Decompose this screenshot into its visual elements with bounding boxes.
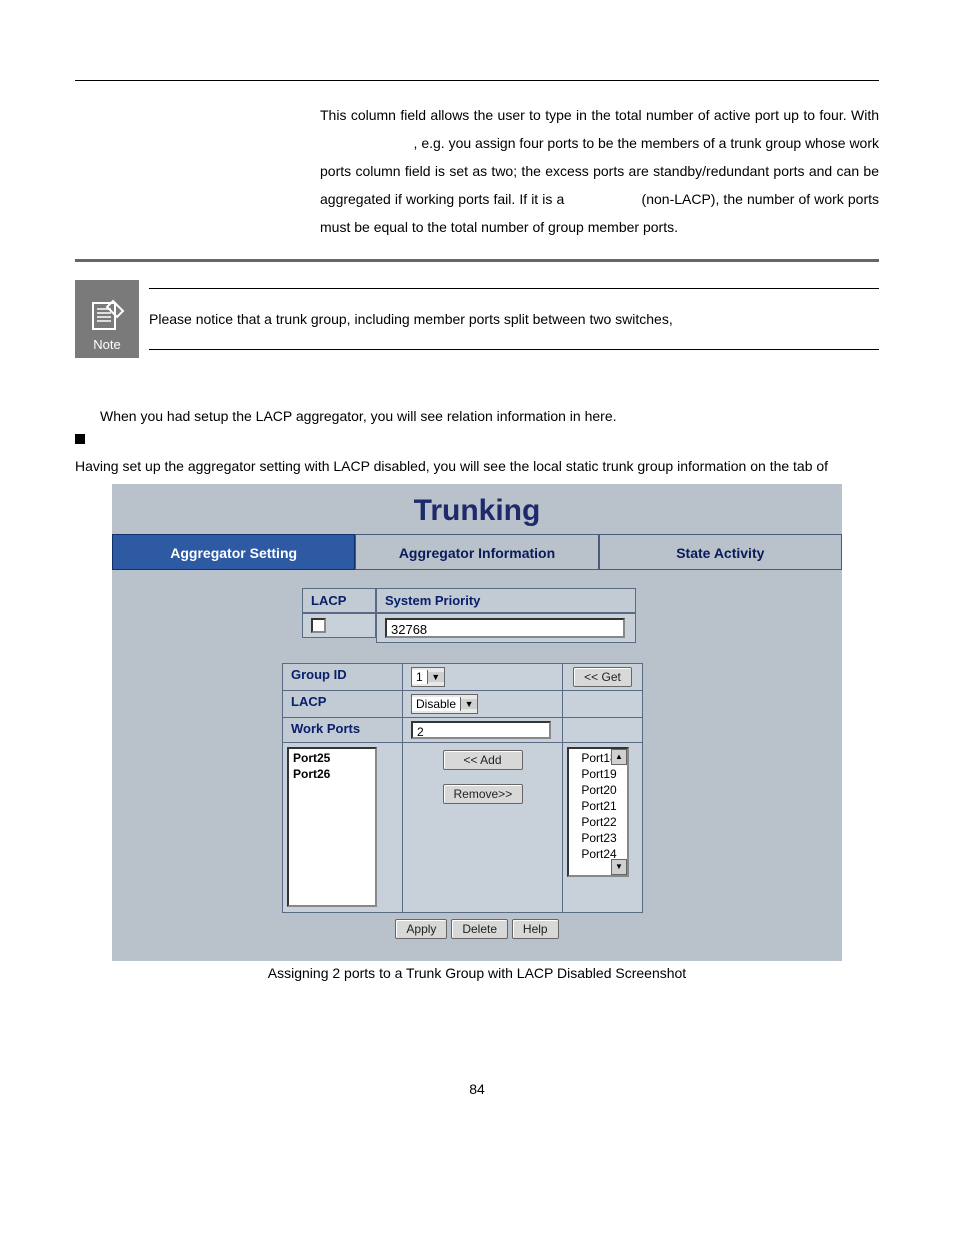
- note-block: Note Please notice that a trunk group, i…: [75, 280, 879, 358]
- help-button[interactable]: Help: [512, 919, 559, 939]
- tab-state-activity[interactable]: State Activity: [599, 534, 842, 570]
- list-item[interactable]: Port23: [571, 830, 627, 846]
- apply-button[interactable]: Apply: [395, 919, 447, 939]
- lacp-row-label: LACP: [283, 691, 403, 718]
- static-trunk-paragraph: Having set up the aggregator setting wit…: [75, 452, 879, 480]
- tab-aggregator-information[interactable]: Aggregator Information: [355, 534, 598, 570]
- system-priority-input[interactable]: 32768: [385, 618, 625, 638]
- scroll-up-icon[interactable]: ▲: [611, 749, 627, 765]
- action-buttons: Apply Delete Help: [122, 913, 832, 949]
- selected-ports-list[interactable]: Port25 Port26: [287, 747, 377, 907]
- remove-button[interactable]: Remove>>: [443, 784, 523, 804]
- note-icon: Note: [75, 280, 139, 358]
- group-id-label: Group ID: [283, 664, 403, 691]
- figure-caption: Assigning 2 ports to a Trunk Group with …: [75, 965, 879, 981]
- static-bullet: [75, 434, 879, 444]
- tab-aggregator-setting[interactable]: Aggregator Setting: [112, 534, 355, 570]
- trunk-config-table: Group ID 1 ▼ << Get LACP: [282, 663, 643, 913]
- lacp-select[interactable]: Disable ▼: [411, 694, 478, 714]
- lacp-header: LACP: [302, 588, 376, 613]
- system-priority-header: System Priority: [376, 588, 636, 613]
- note-text: Please notice that a trunk group, includ…: [149, 288, 879, 350]
- lacp-priority-row: LACP System Priority 32768: [302, 588, 832, 643]
- available-ports-list[interactable]: ▲ Port18 Port19 Port20 Port21 Port22 Por…: [567, 747, 629, 877]
- work-ports-input[interactable]: 2: [411, 721, 551, 739]
- list-item[interactable]: Port26: [291, 766, 375, 782]
- trunking-screenshot: Trunking Aggregator Setting Aggregator I…: [112, 484, 842, 961]
- add-button[interactable]: << Add: [443, 750, 523, 770]
- top-rule: [75, 80, 879, 81]
- tab-bar: Aggregator Setting Aggregator Informatio…: [112, 534, 842, 570]
- list-item[interactable]: Port22: [571, 814, 627, 830]
- panel-title: Trunking: [112, 484, 842, 534]
- list-item[interactable]: Port21: [571, 798, 627, 814]
- work-ports-description: This column field allows the user to typ…: [320, 101, 879, 241]
- group-id-select[interactable]: 1 ▼: [411, 667, 445, 687]
- get-button[interactable]: << Get: [573, 667, 632, 687]
- page-number: 84: [75, 1081, 879, 1097]
- scroll-down-icon[interactable]: ▼: [611, 859, 627, 875]
- square-bullet-icon: [75, 434, 85, 444]
- work-ports-label: Work Ports: [283, 718, 403, 743]
- delete-button[interactable]: Delete: [451, 919, 508, 939]
- lacp-checkbox[interactable]: [311, 618, 326, 633]
- chevron-down-icon: ▼: [461, 699, 477, 709]
- list-item[interactable]: Port25: [291, 750, 375, 766]
- note-label: Note: [93, 337, 120, 352]
- list-item[interactable]: Port19: [571, 766, 627, 782]
- list-item[interactable]: Port20: [571, 782, 627, 798]
- section-divider: [75, 259, 879, 262]
- chevron-down-icon: ▼: [428, 672, 444, 682]
- aggregator-intro: When you had setup the LACP aggregator, …: [100, 408, 879, 424]
